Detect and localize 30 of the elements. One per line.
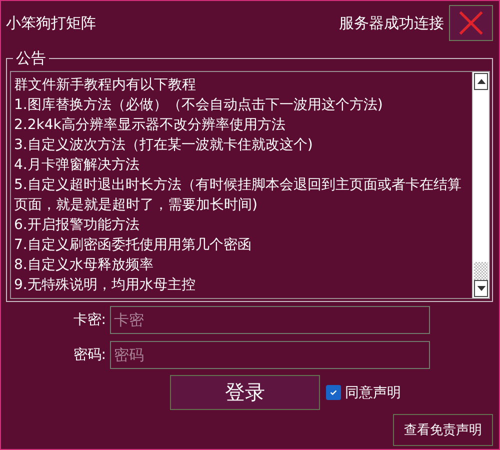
scroll-up-button[interactable] xyxy=(474,73,488,90)
up-arrow-icon xyxy=(476,79,486,84)
field-label: 卡密: xyxy=(72,311,107,329)
scroll-down-button[interactable] xyxy=(474,280,488,297)
close-icon xyxy=(458,10,484,36)
agree-checkbox[interactable] xyxy=(326,385,341,400)
notice-line: 7.自定义刷密函委托使用用第几个密函 xyxy=(14,236,252,255)
check-icon xyxy=(329,388,338,397)
notice-line: 5.自定义超时退出时长方法（有时候挂脚本会退回到主页面或者卡在结算页面，就是就是超时了，需要加长时间) xyxy=(14,176,462,215)
connection-status: 服务器成功连接 xyxy=(339,14,444,32)
field-label: 密码: xyxy=(72,346,107,364)
input-field[interactable]: 密码 xyxy=(110,341,430,369)
input-field[interactable]: 卡密 xyxy=(110,306,430,334)
notice-line: 群文件新手教程内有以下教程 xyxy=(14,76,197,95)
disclaimer-button[interactable]: 查看免责声明 xyxy=(393,414,493,446)
notice-line: 3.自定义波次方法（打在某一波就卡住就改这个) xyxy=(14,136,314,155)
notice-line: 2.2k4k高分辨率显示器不改分辨率使用方法 xyxy=(14,116,286,135)
close-button[interactable] xyxy=(449,5,493,41)
group-title: 公告 xyxy=(13,48,49,68)
down-arrow-icon xyxy=(476,286,486,291)
scroll-thumb[interactable] xyxy=(474,262,488,280)
window-title: 小笨狗打矩阵 xyxy=(6,14,96,32)
notice-line: 6.开启报警功能方法 xyxy=(14,216,140,235)
scrollbar[interactable] xyxy=(472,72,489,298)
notice-line: 8.自定义水母释放频率 xyxy=(14,256,154,275)
notice-line: 9.无特殊说明，均用水母主控 xyxy=(14,276,196,295)
login-button[interactable]: 登录 xyxy=(170,375,320,410)
agree-label: 同意声明 xyxy=(345,384,401,402)
notice-line: 1.图库替换方法（必做）（不会自动点击下一波用这个方法) xyxy=(14,96,384,115)
notice-line: 4.月卡弹窗解决方法 xyxy=(14,156,140,175)
